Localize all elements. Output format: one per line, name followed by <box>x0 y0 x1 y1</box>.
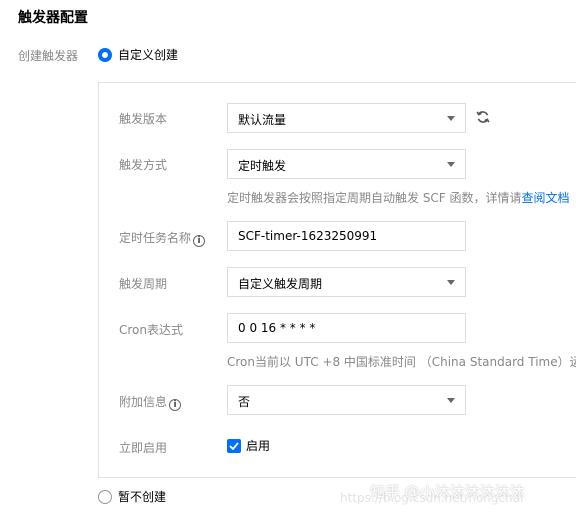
extra-info-label-text: 附加信息 <box>119 395 168 409</box>
cron-hint: Cron当前以 UTC +8 中国标准时间 （China Standard Ti… <box>227 355 576 369</box>
section-title: 触发器配置 <box>18 10 88 26</box>
radio-none-label: 暂不创建 <box>118 490 167 504</box>
cron-input[interactable]: 0 0 16 * * * * <box>227 313 466 343</box>
enable-checkbox[interactable]: 启用 <box>227 437 270 454</box>
task-name-value: SCF-timer-1623250991 <box>238 229 378 243</box>
watermark-text: 知乎 @小沐沐沐沐沐沐 <box>370 483 525 501</box>
task-name-label-text: 定时任务名称 <box>119 231 192 245</box>
refresh-icon[interactable] <box>476 110 490 127</box>
info-icon[interactable]: i <box>169 399 182 411</box>
radio-custom-label: 自定义创建 <box>118 48 179 62</box>
extra-info-value: 否 <box>238 395 251 409</box>
trigger-method-value: 定时触发 <box>238 159 287 173</box>
trigger-version-value: 默认流量 <box>238 113 287 127</box>
create-trigger-label: 创建触发器 <box>18 49 79 63</box>
radio-selected-icon[interactable] <box>98 47 112 62</box>
trigger-method-hint: 定时触发器会按照指定周期自动触发 SCF 函数，详情请查阅文档 <box>227 189 570 206</box>
enable-now-label: 立即启用 <box>119 441 168 455</box>
trigger-method-label: 触发方式 <box>119 158 168 172</box>
cron-label: Cron表达式 <box>119 323 183 337</box>
chevron-down-icon <box>447 116 455 121</box>
trigger-period-label: 触发周期 <box>119 277 168 291</box>
extra-info-select[interactable]: 否 <box>227 385 466 415</box>
docs-link[interactable]: 查阅文档 <box>522 191 570 205</box>
extra-info-label: 附加信息 i <box>119 393 182 411</box>
chevron-down-icon <box>447 162 455 167</box>
trigger-method-select[interactable]: 定时触发 <box>227 149 466 179</box>
chevron-down-icon <box>447 280 455 285</box>
trigger-period-select[interactable]: 自定义触发周期 <box>227 267 466 297</box>
trigger-period-value: 自定义触发周期 <box>238 277 323 291</box>
radio-custom-create[interactable]: 自定义创建 <box>98 46 178 63</box>
checkbox-checked-icon[interactable] <box>227 438 241 453</box>
task-name-input[interactable]: SCF-timer-1623250991 <box>227 221 466 251</box>
cron-value: 0 0 16 * * * * <box>238 321 316 335</box>
enable-checkbox-label: 启用 <box>246 439 271 453</box>
task-name-label: 定时任务名称 i <box>119 229 206 247</box>
trigger-version-label: 触发版本 <box>119 112 168 126</box>
chevron-down-icon <box>447 398 455 403</box>
radio-unselected-icon[interactable] <box>98 489 112 504</box>
radio-no-create[interactable]: 暂不创建 <box>98 488 166 505</box>
info-icon[interactable]: i <box>193 235 206 247</box>
hint-text: 定时触发器会按照指定周期自动触发 SCF 函数，详情请 <box>227 191 522 205</box>
trigger-version-select[interactable]: 默认流量 <box>227 103 466 133</box>
